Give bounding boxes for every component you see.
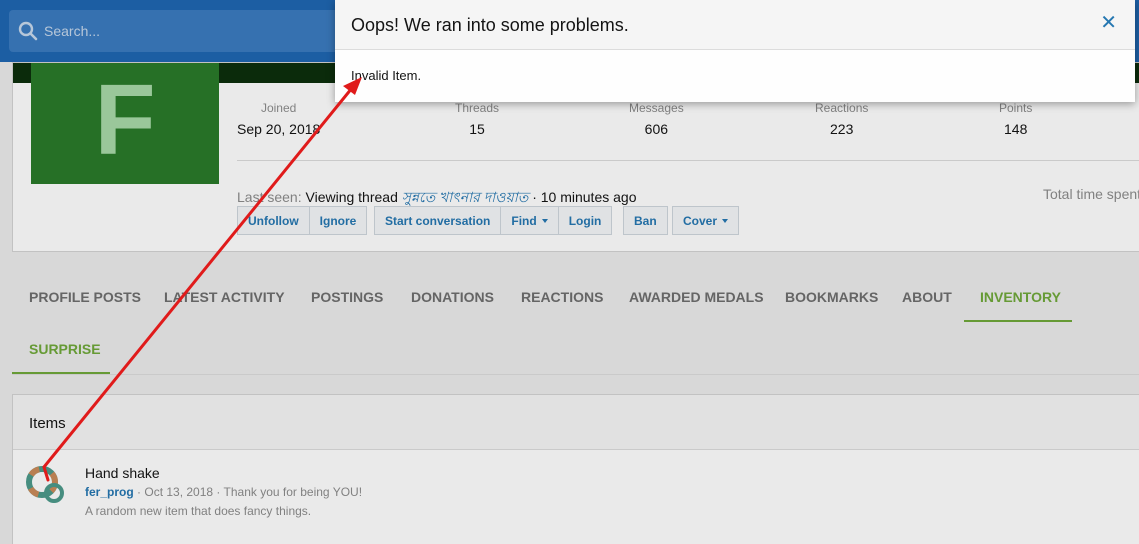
close-icon[interactable]: ✕ [1100,13,1117,33]
error-dialog-title: Oops! We ran into some problems. [351,15,629,35]
error-message: Invalid Item. [351,68,422,83]
error-dialog-header: Oops! We ran into some problems. ✕ [335,0,1135,50]
error-dialog: Oops! We ran into some problems. ✕ Inval… [335,0,1135,102]
